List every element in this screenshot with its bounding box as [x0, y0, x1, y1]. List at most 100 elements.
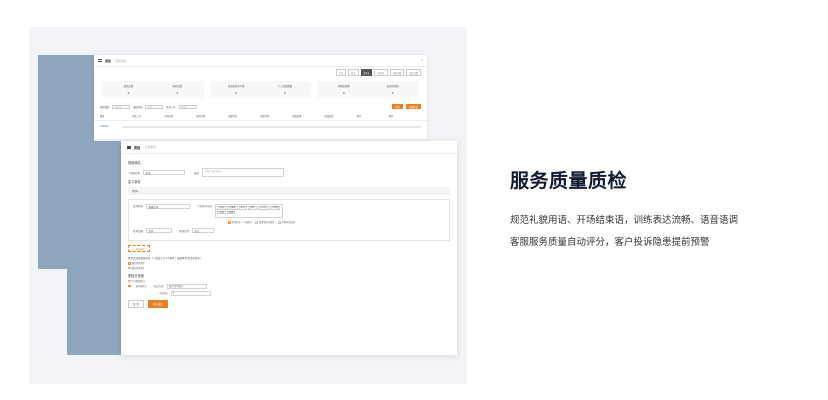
column-header: 质检时间: [260, 115, 270, 119]
stat-value: 0: [235, 91, 237, 95]
keyword-label: * 关键词/语句: [197, 205, 213, 208]
radio-option[interactable]: 满足任意条件: [128, 266, 145, 270]
column-header: 通话: [100, 115, 105, 119]
row-link[interactable]: 100062: [100, 125, 122, 128]
condition-header: 条件1: [128, 187, 450, 195]
column-header: 质检结果: [292, 115, 302, 119]
save-rule-button[interactable]: 保存规则: [147, 299, 168, 308]
scrollbar[interactable]: [122, 125, 421, 128]
table-row: 100062: [94, 121, 427, 132]
add-condition-button[interactable]: + 添加条件: [128, 245, 150, 252]
keyword-tagbox[interactable]: 投诉 不满意 差评 退款 12315 工信部 主管 经理: [215, 204, 284, 218]
radio-option[interactable]: 检测全部关键词: [255, 220, 274, 224]
score-value-row: * 扣分值 1: [158, 290, 450, 296]
column-header: 通话时长: [228, 115, 238, 119]
score-mode-select[interactable]: 每次命中扣分: [166, 283, 207, 289]
front-app-title: 质检: [134, 145, 141, 150]
range-row: 检测范围 全部 检测位置 全文: [133, 228, 445, 233]
export-button[interactable]: 导出: [392, 104, 403, 110]
stats-panel: 通话总数 2 质检总数 2 自动质检命中数 0 人工复核数量 0 问题质检数 0 投诉风险…: [94, 78, 427, 101]
logic-description: 条件之间的逻辑关系（一共定义了1个条件，选择条件之间的关系）: [128, 256, 203, 260]
stat-card: 自动质检命中数 0: [212, 84, 261, 95]
score-value-label: * 扣分值: [158, 292, 168, 295]
close-icon[interactable]: ×: [421, 59, 423, 62]
rule-name-input[interactable]: 投诉: [143, 170, 186, 175]
keyword-row: 检测角色 客服坐席 * 关键词/语句 投诉 不满意 差评 退款 12315 工信…: [133, 204, 445, 218]
end-date-input[interactable]: 结束日期: [406, 69, 421, 76]
front-breadcrumb: / 新建规则: [143, 145, 156, 149]
keyword-mode-radios: 检测包含一个关键词 检测全部关键词 不检测关键词: [228, 220, 445, 224]
radio-option[interactable]: 满足所有条件: [128, 261, 145, 265]
stat-label: 问题质检数: [337, 85, 350, 88]
stat-value: 2: [127, 91, 130, 95]
column-header: 被叫号码: [196, 115, 206, 119]
back-window: 质检 / 通话质检 × 今天 昨天 近7天 近30天 开始日期 结束日期 通话总…: [94, 55, 427, 139]
condition-box: 检测角色 客服坐席 * 关键词/语句 投诉 不满意 差评 退款 12315 工信…: [128, 199, 450, 241]
range-select[interactable]: 全部: [146, 228, 173, 233]
menu-icon[interactable]: [127, 145, 131, 149]
front-sidebar: [67, 141, 121, 355]
logic-radios: 满足所有条件 满足任意条件: [128, 261, 450, 270]
rule-select[interactable]: 请选择: [112, 104, 131, 109]
feature-line-2: 客服服务质量自动评分，客户投诉隐患提前预警: [510, 237, 710, 248]
stat-label: 投诉风险数: [386, 85, 399, 88]
rule-form: 规则命名 * 规则名称 投诉 描述 请输入规则描述 定义条件 条件1 检测角色 …: [121, 154, 457, 312]
score-section-title: 质检分设置: [128, 273, 144, 278]
radio-option[interactable]: 不检测关键词: [278, 220, 295, 224]
position-label: 检测位置: [179, 229, 190, 233]
range-label: 检测范围: [133, 229, 144, 233]
feature-description: 规范礼貌用语、开场结束语，训练表达流畅、语音语调 客服服务质量自动评分，客户投诉…: [510, 210, 785, 254]
score-value-input[interactable]: 1: [170, 290, 211, 296]
keyword-tag[interactable]: 投诉: [217, 206, 226, 210]
filter-today[interactable]: 今天: [335, 69, 347, 76]
radio-option[interactable]: 检测包含一个关键词: [228, 220, 251, 224]
column-header: 主叫号码: [164, 115, 173, 119]
basic-section-title: 规则命名: [128, 161, 141, 165]
rule-desc-textarea[interactable]: 请输入规则描述: [202, 168, 285, 177]
stat-card: 质检总数 2: [153, 84, 202, 95]
search-label-status: 通话状态: [133, 105, 143, 109]
back-header: 质检 / 通话质检 ×: [94, 55, 427, 67]
start-date-input[interactable]: 开始日期: [389, 69, 405, 76]
menu-icon[interactable]: [98, 59, 102, 62]
filter-yesterday[interactable]: 昨天: [348, 69, 359, 76]
keyword-tag[interactable]: 工信部: [269, 206, 281, 210]
new-inspection-button[interactable]: 新增质检: [405, 104, 421, 110]
stat-card: 人工复核数量 0: [261, 84, 310, 95]
stat-group: 问题质检数 0 投诉风险数 0: [317, 81, 420, 98]
keyword-tag[interactable]: 不满意: [226, 206, 238, 210]
date-filter: 今天 昨天 近7天 近30天 开始日期 结束日期: [94, 67, 427, 78]
table-header: 通话 坐席工号 主叫号码 被叫号码 通话时长 质检时间 质检结果 复核状态 得分…: [94, 112, 427, 122]
status-select[interactable]: 全部: [145, 104, 164, 109]
keyword-tag[interactable]: 12315: [257, 206, 269, 210]
rule-desc-label: 描述: [194, 171, 200, 175]
cancel-button[interactable]: 取 消: [128, 299, 144, 308]
column-header: 坐席工号: [132, 115, 141, 119]
keyword-tag[interactable]: 差评: [238, 206, 248, 210]
filter-30days[interactable]: 近30天: [374, 69, 388, 76]
stat-card: 通话总数 2: [104, 84, 153, 95]
filter-7days[interactable]: 近7天: [360, 69, 373, 76]
stat-card: 投诉风险数 0: [368, 84, 417, 95]
score-radio-deduct[interactable]: 扣除质检分: [128, 284, 147, 288]
stat-label: 自动质检命中数: [227, 85, 245, 88]
stat-value: 0: [342, 91, 345, 95]
keyword-tag[interactable]: 退款: [248, 206, 257, 210]
rule-name-label: * 规则名称: [128, 171, 141, 175]
score-radio-none[interactable]: 不计算质检分: [128, 279, 450, 283]
detect-role-label: 检测角色: [133, 205, 144, 208]
stat-label: 人工复核数量: [277, 85, 293, 88]
stat-label: 通话总数: [123, 85, 134, 88]
stat-label: 质检总数: [172, 85, 183, 88]
front-header: 质检 / 新建规则: [121, 141, 457, 154]
back-app-title: 质检: [105, 58, 112, 63]
column-header: 操作: [388, 115, 394, 119]
condition-section-title: 定义条件: [128, 180, 141, 184]
rule-name-row: * 规则名称 投诉 描述 请输入规则描述: [128, 168, 450, 177]
agent-input[interactable]: 请输入: [178, 104, 197, 109]
position-select[interactable]: 全文: [192, 228, 215, 233]
keyword-tag[interactable]: 主管: [217, 210, 226, 215]
feature-title: 服务质量质检: [510, 170, 628, 192]
detect-role-select[interactable]: 客服坐席: [146, 204, 191, 209]
keyword-tag[interactable]: 经理: [226, 210, 236, 215]
